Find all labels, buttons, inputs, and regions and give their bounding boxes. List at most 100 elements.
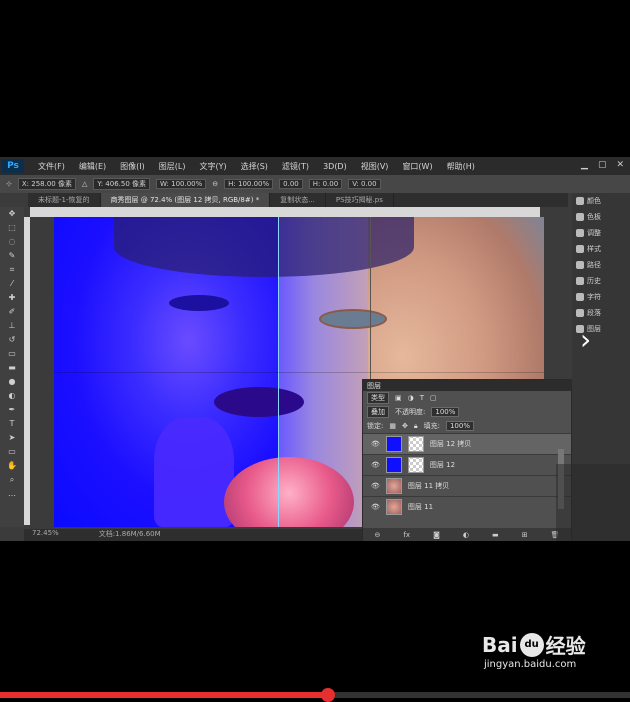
- filter-adjust-icon[interactable]: ◑: [408, 394, 414, 402]
- menu-select[interactable]: 选择(S): [241, 161, 268, 172]
- add-mask-icon[interactable]: ◙: [433, 531, 440, 539]
- menu-image[interactable]: 图像(I): [120, 161, 145, 172]
- layer-filter-select[interactable]: 类型: [367, 392, 389, 404]
- menu-type[interactable]: 文字(Y): [199, 161, 226, 172]
- eraser-tool-icon[interactable]: ▭: [5, 349, 19, 359]
- hand-tool-icon[interactable]: ✋: [5, 461, 19, 471]
- menu-file[interactable]: 文件(F): [38, 161, 65, 172]
- eye-icon[interactable]: 👁︎: [371, 440, 380, 448]
- tab-doc-3[interactable]: 复制状态...: [270, 193, 326, 207]
- layer-mask-thumbnail[interactable]: [407, 436, 424, 452]
- fx-icon[interactable]: fx: [403, 531, 410, 539]
- zoom-tool-icon[interactable]: ⌕: [5, 475, 19, 485]
- height-field[interactable]: H: 100.00%: [224, 179, 274, 189]
- pen-tool-icon[interactable]: ✒: [5, 405, 19, 415]
- layers-panel-title[interactable]: 图层: [367, 381, 381, 391]
- gradient-tool-icon[interactable]: ▬: [5, 363, 19, 373]
- filter-pixel-icon[interactable]: ▣: [395, 394, 402, 402]
- lasso-tool-icon[interactable]: ◌: [5, 237, 19, 247]
- close-icon[interactable]: ✕: [616, 160, 624, 170]
- menu-help[interactable]: 帮助(H): [447, 161, 475, 172]
- filter-shape-icon[interactable]: ▢: [430, 394, 437, 402]
- layer-mask-thumbnail[interactable]: [407, 457, 424, 473]
- crop-tool-icon[interactable]: ⌗: [5, 265, 19, 275]
- layer-row[interactable]: 👁︎ 图层 12: [363, 454, 571, 475]
- layer-name: 图层 11 拷贝: [407, 482, 450, 490]
- minimize-icon[interactable]: ▁: [581, 160, 588, 170]
- menu-edit[interactable]: 编辑(E): [79, 161, 106, 172]
- brush-tool-icon[interactable]: ✐: [5, 307, 19, 317]
- menu-layer[interactable]: 图层(L): [159, 161, 186, 172]
- path-select-icon[interactable]: ➤: [5, 433, 19, 443]
- tab-doc-1[interactable]: 未标题-1-恢复的: [28, 193, 101, 207]
- healing-brush-icon[interactable]: ✚: [5, 293, 19, 303]
- hskew-field[interactable]: H: 0.00: [308, 179, 343, 189]
- layer-row[interactable]: 👁︎ 图层 11: [363, 496, 571, 517]
- vskew-field[interactable]: V: 0.00: [348, 179, 381, 189]
- video-next-button[interactable]: [556, 464, 630, 541]
- blend-mode-select[interactable]: 叠加: [367, 406, 389, 418]
- dock-history[interactable]: 历史: [572, 273, 630, 289]
- dock-swatches[interactable]: 色板: [572, 209, 630, 225]
- y-field[interactable]: Y: 406.50 像素: [93, 178, 151, 190]
- zoom-level[interactable]: 72.45%: [32, 529, 59, 541]
- dock-adjustments[interactable]: 调整: [572, 225, 630, 241]
- opacity-input[interactable]: 100%: [431, 407, 460, 417]
- delta-icon: △: [81, 180, 88, 188]
- more-tools-icon[interactable]: …: [5, 489, 19, 499]
- menu-view[interactable]: 视图(V): [361, 161, 389, 172]
- marquee-tool-icon[interactable]: ⬚: [5, 223, 19, 233]
- type-tool-icon[interactable]: T: [5, 419, 19, 429]
- video-progress-knob[interactable]: [320, 688, 335, 702]
- photoshop-window: Ps 文件(F) 编辑(E) 图像(I) 图层(L) 文字(Y) 选择(S) 滤…: [0, 157, 630, 541]
- new-group-icon[interactable]: ▬: [492, 531, 499, 539]
- eye-icon[interactable]: 👁︎: [371, 461, 380, 469]
- lock-label: 锁定:: [367, 422, 384, 430]
- dock-paragraph[interactable]: 段落: [572, 305, 630, 321]
- eye-icon[interactable]: 👁︎: [371, 482, 380, 490]
- eye-icon[interactable]: 👁︎: [371, 503, 380, 511]
- dock-paths[interactable]: 路径: [572, 257, 630, 273]
- left-eye: [169, 295, 229, 311]
- lock-pixels-icon[interactable]: ▦: [389, 422, 396, 430]
- maximize-icon[interactable]: ▢: [598, 160, 607, 170]
- adjustments-icon: [576, 229, 584, 237]
- menu-window[interactable]: 窗口(W): [402, 161, 432, 172]
- fill-input[interactable]: 100%: [445, 421, 474, 431]
- paths-icon: [576, 261, 584, 269]
- guide-line[interactable]: [54, 372, 544, 373]
- tab-doc-active[interactable]: 商秀图层 @ 72.4% (图层 12 拷贝, RGB/8#) *: [100, 193, 271, 207]
- layer-thumbnail: [385, 478, 402, 494]
- stamp-tool-icon[interactable]: ⊥: [5, 321, 19, 331]
- tab-doc-4[interactable]: PS技巧揭秘.ps: [326, 193, 394, 207]
- move-tool-icon: ⊹: [6, 180, 12, 188]
- menu-filter[interactable]: 滤镜(T): [282, 161, 309, 172]
- history-brush-icon[interactable]: ↺: [5, 335, 19, 345]
- layer-row[interactable]: 👁︎ 图层 12 拷贝: [363, 433, 571, 454]
- width-field[interactable]: W: 100.00%: [156, 179, 207, 189]
- blur-tool-icon[interactable]: ●: [5, 377, 19, 387]
- layer-row[interactable]: 👁︎ 图层 11 拷贝: [363, 475, 571, 496]
- lock-position-icon[interactable]: ✥: [402, 422, 408, 430]
- menu-3d[interactable]: 3D(D): [323, 162, 347, 171]
- new-layer-icon[interactable]: ⊞: [522, 531, 528, 539]
- filter-type-icon[interactable]: T: [420, 394, 424, 402]
- video-progress-bar[interactable]: [0, 688, 630, 702]
- dodge-tool-icon[interactable]: ◐: [5, 391, 19, 401]
- dock-color[interactable]: 颜色: [572, 193, 630, 209]
- x-field[interactable]: X: 258.00 像素: [17, 178, 76, 190]
- quick-select-icon[interactable]: ✎: [5, 251, 19, 261]
- eyedropper-icon[interactable]: ⁄: [5, 279, 19, 289]
- link-icon[interactable]: ⊖: [212, 180, 218, 188]
- window-controls: ▁ ▢ ✕: [581, 160, 624, 170]
- adjustment-layer-icon[interactable]: ◐: [463, 531, 469, 539]
- lock-all-icon[interactable]: 🔒︎: [414, 422, 418, 431]
- angle-field[interactable]: 0.00: [279, 179, 303, 189]
- dock-styles[interactable]: 样式: [572, 241, 630, 257]
- move-tool-icon[interactable]: ✥: [5, 209, 19, 219]
- chevron-right-icon[interactable]: ›: [580, 326, 602, 354]
- dock-character[interactable]: 字符: [572, 289, 630, 305]
- document-tabs: 未标题-1-恢复的 商秀图层 @ 72.4% (图层 12 拷贝, RGB/8#…: [28, 193, 568, 207]
- link-layers-icon[interactable]: ⊖: [375, 531, 381, 539]
- shape-tool-icon[interactable]: ▭: [5, 447, 19, 457]
